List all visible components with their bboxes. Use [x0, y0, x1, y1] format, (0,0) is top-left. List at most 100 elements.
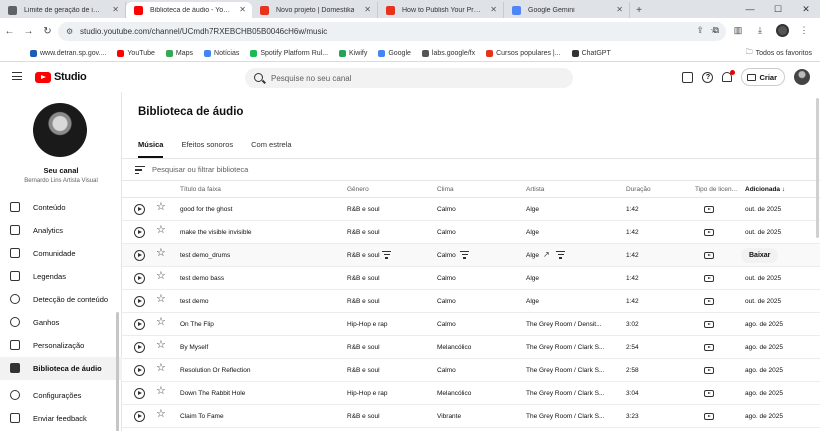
- bookmark-item[interactable]: Google: [378, 49, 411, 57]
- tab-close-icon[interactable]: ✕: [112, 5, 119, 14]
- play-icon[interactable]: [134, 250, 145, 261]
- reload-icon[interactable]: ↻: [38, 22, 57, 41]
- share-icon[interactable]: ⇪: [696, 25, 704, 36]
- all-bookmarks-folder[interactable]: 🗀 Todos os favoritos: [746, 48, 812, 59]
- studio-logo[interactable]: Studio: [35, 71, 87, 83]
- column-duration[interactable]: Duração: [626, 186, 651, 193]
- sidebar-item-analytics[interactable]: Analytics: [0, 219, 122, 242]
- sidebar-item-settings[interactable]: Configurações: [0, 384, 122, 407]
- sidebar-item-content[interactable]: Conteúdo: [0, 196, 122, 219]
- minimize-icon[interactable]: —: [736, 0, 764, 18]
- browser-tab[interactable]: Biblioteca de áudio - YouTube ✕: [126, 2, 252, 18]
- license-icon[interactable]: [704, 390, 714, 397]
- column-license[interactable]: Tipo de licen...: [695, 186, 737, 193]
- table-row[interactable]: ☆ Claim To Fame R&B e soul Vibrante The Grey…: [122, 405, 820, 428]
- license-icon[interactable]: [704, 298, 714, 305]
- extensions-icon[interactable]: ⧉: [708, 22, 724, 39]
- hamburger-menu-icon[interactable]: [12, 72, 22, 80]
- license-icon[interactable]: [704, 367, 714, 374]
- license-icon[interactable]: [704, 206, 714, 213]
- star-icon[interactable]: ☆: [156, 202, 166, 213]
- table-row[interactable]: ☆ test demo R&B e soul Calmo Alge 1:42 out. de…: [122, 290, 820, 313]
- site-info-icon[interactable]: ⚙: [66, 27, 73, 36]
- channel-avatar[interactable]: [33, 103, 87, 157]
- channel-search-input[interactable]: Pesquise no seu canal: [245, 68, 573, 88]
- license-icon[interactable]: [704, 344, 714, 351]
- filter-icon[interactable]: [135, 166, 145, 174]
- bookmark-item[interactable]: Spotify Platform Rul...: [250, 49, 328, 57]
- column-added[interactable]: Adicionada ↓: [745, 186, 785, 193]
- sidebar-item-subtitles[interactable]: Legendas: [0, 265, 122, 288]
- sidepanel-icon[interactable]: ▥: [730, 22, 746, 39]
- column-title[interactable]: Título da faixa: [180, 186, 221, 193]
- table-row[interactable]: ☆ make the visible invisible R&B e soul Cal…: [122, 221, 820, 244]
- table-row[interactable]: ☆ test demo_drums R&B e soul Calmo Alge 1:42 ↗…: [122, 244, 820, 267]
- sidebar-item-audio-library[interactable]: Biblioteca de áudio: [0, 357, 122, 380]
- browser-tab[interactable]: Novo projeto | Domestika ✕: [252, 2, 378, 18]
- notifications-icon[interactable]: [722, 70, 736, 82]
- forward-icon[interactable]: →: [19, 22, 38, 41]
- tab-close-icon[interactable]: ✕: [239, 5, 246, 14]
- star-icon[interactable]: ☆: [156, 317, 166, 328]
- url-input[interactable]: ⚙ studio.youtube.com/channel/UCmdh7RXEBC…: [58, 22, 726, 41]
- play-icon[interactable]: [134, 365, 145, 376]
- bookmark-item[interactable]: ChatGPT: [571, 49, 611, 57]
- account-avatar[interactable]: [794, 69, 810, 85]
- column-mood[interactable]: Clima: [437, 186, 454, 193]
- tab-close-icon[interactable]: ✕: [490, 5, 497, 14]
- main-scrollbar[interactable]: [816, 98, 819, 238]
- table-row[interactable]: ☆ Down The Rabbit Hole Hip-Hop e rap Melanc…: [122, 382, 820, 405]
- play-icon[interactable]: [134, 342, 145, 353]
- browser-menu-icon[interactable]: ⋮: [796, 22, 812, 39]
- filter-artist-icon[interactable]: [556, 251, 565, 261]
- tab-1[interactable]: Efeitos sonoros: [181, 140, 233, 158]
- license-icon[interactable]: [704, 229, 714, 236]
- back-icon[interactable]: ←: [0, 22, 19, 41]
- filter-bar[interactable]: Pesquisar ou filtrar biblioteca: [122, 159, 820, 181]
- bookmark-item[interactable]: Kiwify: [339, 49, 367, 57]
- license-icon[interactable]: [704, 252, 714, 259]
- license-icon[interactable]: [704, 275, 714, 282]
- create-button[interactable]: Criar: [741, 68, 785, 86]
- help-icon[interactable]: ?: [702, 71, 714, 83]
- table-row[interactable]: ☆ By Myself R&B e soul Melancólico The Grey …: [122, 336, 820, 359]
- table-row[interactable]: ☆ Resolution Or Reflection R&B e soul Calmo…: [122, 359, 820, 382]
- bookmark-item[interactable]: Maps: [165, 49, 193, 57]
- play-icon[interactable]: [134, 319, 145, 330]
- star-icon[interactable]: ☆: [156, 294, 166, 305]
- sidebar-item-customization[interactable]: Personalização: [0, 334, 122, 357]
- license-icon[interactable]: [704, 413, 714, 420]
- play-icon[interactable]: [134, 411, 145, 422]
- sidebar-item-community[interactable]: Comunidade: [0, 242, 122, 265]
- filter-genre-icon[interactable]: [382, 251, 391, 261]
- bookmark-item[interactable]: www.detran.sp.gov....: [30, 49, 106, 57]
- star-icon[interactable]: ☆: [156, 340, 166, 351]
- bookmark-item[interactable]: labs.google/fx: [421, 49, 475, 57]
- column-genre[interactable]: Gênero: [347, 186, 369, 193]
- new-tab-button[interactable]: +: [630, 2, 648, 18]
- tab-close-icon[interactable]: ✕: [364, 5, 371, 14]
- star-icon[interactable]: ☆: [156, 386, 166, 397]
- license-icon[interactable]: [704, 321, 714, 328]
- profile-avatar[interactable]: [774, 22, 790, 39]
- star-icon[interactable]: ☆: [156, 363, 166, 374]
- download-button[interactable]: Baixar: [741, 248, 779, 263]
- star-icon[interactable]: ☆: [156, 409, 166, 420]
- tab-2[interactable]: Com estrela: [251, 140, 291, 158]
- table-row[interactable]: ☆ good for the ghost R&B e soul Calmo Alge 1:…: [122, 198, 820, 221]
- sidebar-scrollbar[interactable]: [116, 312, 119, 431]
- download-icon[interactable]: ⤓: [752, 22, 768, 39]
- tab-close-icon[interactable]: ✕: [616, 5, 623, 14]
- play-icon[interactable]: [134, 273, 145, 284]
- sidebar-item-copyright[interactable]: Detecção de conteúdo: [0, 288, 122, 311]
- close-window-icon[interactable]: ✕: [792, 0, 820, 18]
- play-icon[interactable]: [134, 388, 145, 399]
- filter-mood-icon[interactable]: [460, 251, 469, 261]
- table-row[interactable]: ☆ test demo bass R&B e soul Calmo Alge 1:42 ou…: [122, 267, 820, 290]
- play-icon[interactable]: [134, 227, 145, 238]
- star-icon[interactable]: ☆: [156, 225, 166, 236]
- browser-tab[interactable]: How to Publish Your Projects ✕: [378, 2, 504, 18]
- sidebar-item-earn[interactable]: Ganhos: [0, 311, 122, 334]
- maximize-icon[interactable]: ☐: [764, 0, 792, 18]
- bookmark-item[interactable]: Cursos populares |...: [486, 49, 561, 57]
